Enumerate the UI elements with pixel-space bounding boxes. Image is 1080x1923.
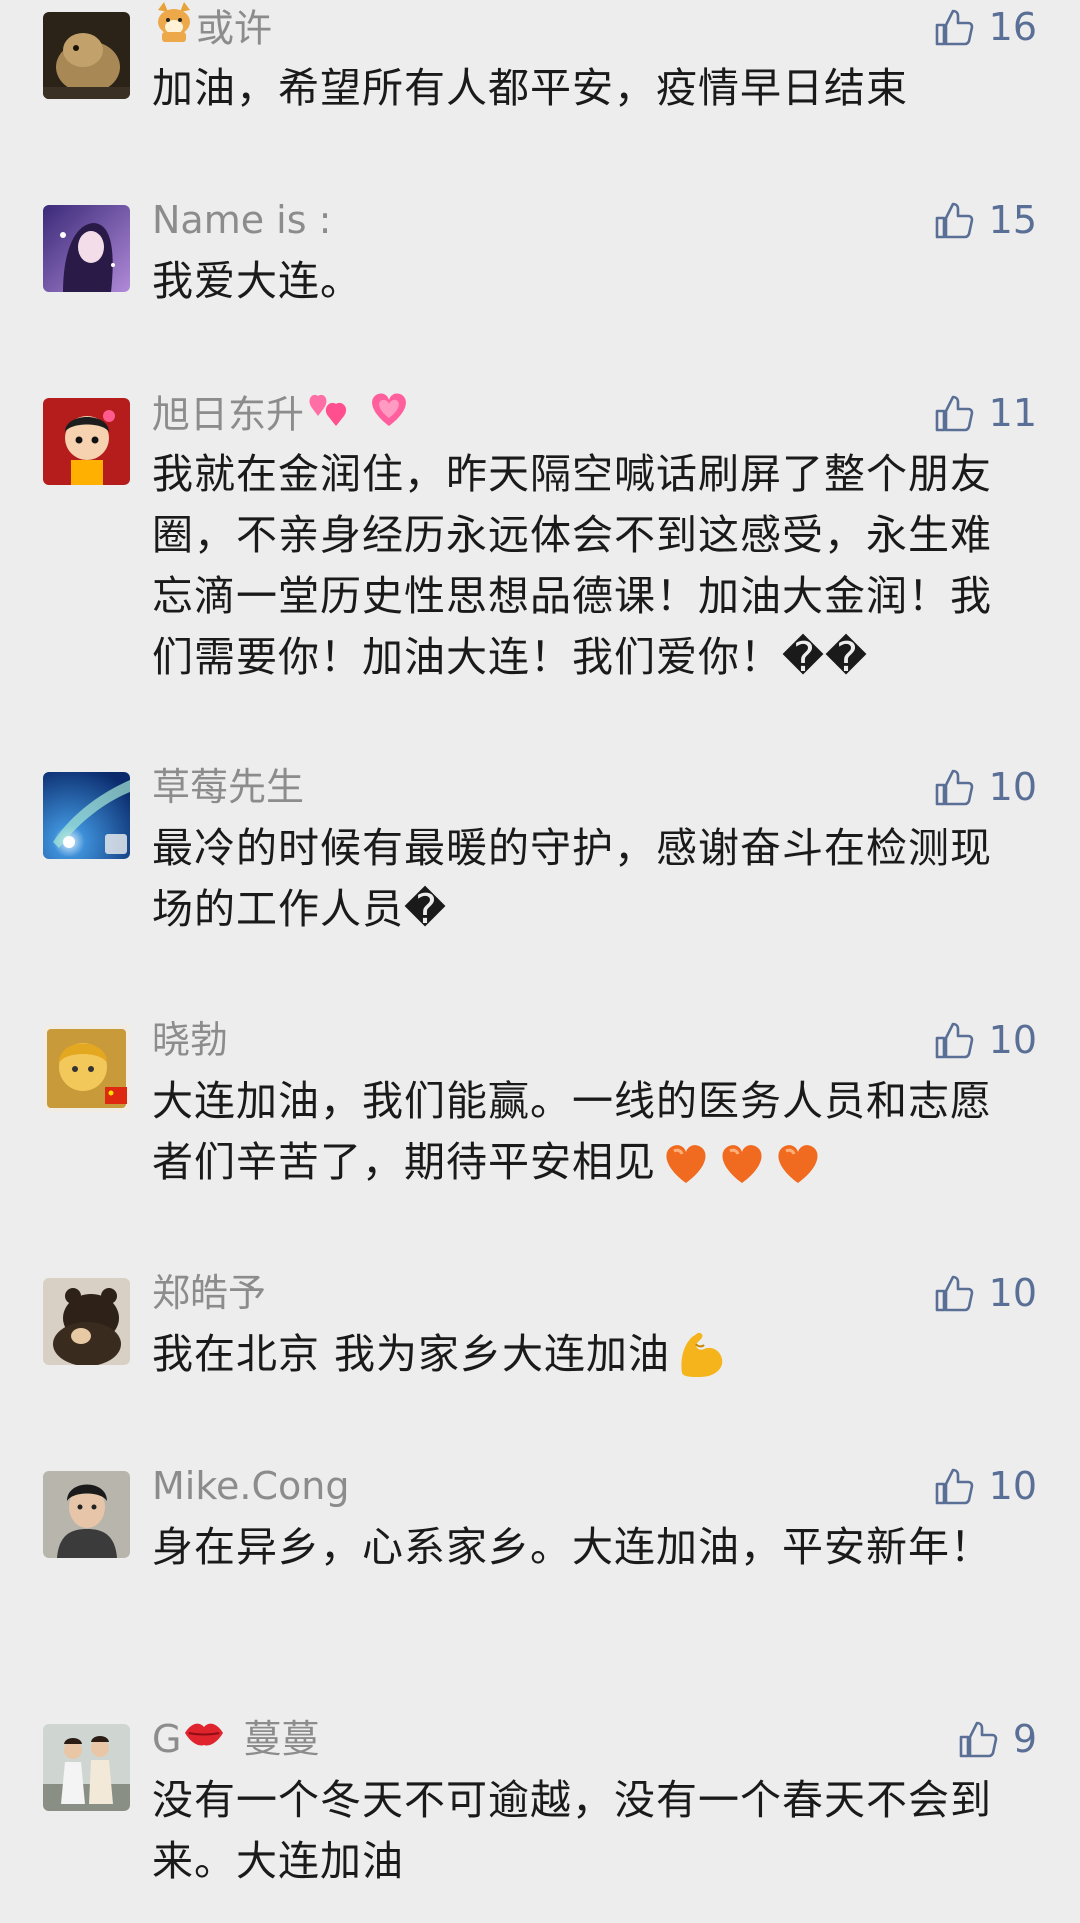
like-count: 9 [1012,1717,1037,1761]
like-count: 16 [988,5,1037,49]
avatar[interactable] [43,398,130,485]
text-suffix: � [404,885,448,933]
comment-author[interactable]: 草莓先生 [152,764,304,810]
avatar[interactable] [43,1724,130,1811]
comment-text: 身在异乡，心系家乡。大连加油，平安新年！ [152,1523,992,1571]
like-button[interactable]: 11 [933,390,1037,436]
like-button[interactable]: 9 [957,1716,1037,1762]
shiba-dog-icon [152,0,196,54]
like-count: 10 [988,1018,1037,1062]
avatar[interactable] [43,1471,130,1558]
comment-author[interactable]: 或许 [152,2,273,58]
comment-text: 大连加油，我们能赢。一线的医务人员和志愿者们辛苦了，期待平安相见 [152,1077,992,1186]
comment-text: 加油，希望所有人都平安，疫情早日结束 [152,64,908,112]
flexed-biceps-icon [674,1327,728,1381]
like-button[interactable]: 15 [933,197,1037,243]
thumbs-up-icon [935,9,973,46]
growing-heart-icon [366,386,412,440]
comment-author[interactable]: 郑皓予 [152,1270,266,1316]
like-button[interactable]: 10 [933,1017,1037,1063]
avatar[interactable] [43,12,130,99]
comment-author-name: 草莓先生 [152,765,305,809]
like-count: 10 [988,1464,1037,1508]
thumbs-up-icon [935,1468,973,1505]
comment-author-name: Name is : [152,198,332,242]
orange-heart-icon [772,1139,824,1185]
comment-author-name-prefix: G [152,1717,182,1761]
text-suffix: �� [782,633,869,681]
comment-author[interactable]: Name is : [152,197,331,243]
two-hearts-icon [304,386,352,440]
like-count: 10 [988,1271,1037,1315]
like-button[interactable]: 10 [933,764,1037,810]
kiss-lips-icon [181,1713,227,1763]
like-count: 10 [988,765,1037,809]
comment-text: 最冷的时候有最暖的守护，感谢奋斗在检测现场的工作人员� [152,824,992,933]
comment-author-name: 旭日东升 [152,392,305,437]
comment-author[interactable]: 旭日东升 [152,390,412,444]
avatar[interactable] [43,1025,130,1112]
thumbs-up-icon [935,769,973,806]
comment-author-name: 郑皓予 [152,1271,267,1315]
thumbs-up-icon [935,202,973,239]
comment-author[interactable]: G 蔓蔓 [152,1716,319,1767]
like-count: 15 [988,198,1037,242]
like-button[interactable]: 10 [933,1270,1037,1316]
comment-author-name: Mike.Cong [152,1464,350,1508]
like-button[interactable]: 10 [933,1463,1037,1509]
like-button[interactable]: 16 [933,4,1037,50]
avatar[interactable] [43,205,130,292]
avatar[interactable] [43,772,130,859]
comment-text: 我就在金润住，昨天隔空喊话刷屏了整个朋友圈，不亲身经历永远体会不到这感受，永生难… [152,450,992,681]
comment-author-name: 晓勃 [152,1018,229,1062]
orange-heart-icon [716,1139,768,1185]
thumbs-up-icon [935,1022,973,1059]
orange-heart-icon [660,1139,712,1185]
comment-text: 没有一个冬天不可逾越，没有一个春天不会到来。大连加油 [152,1776,992,1885]
comment-text: 我爱大连。 [152,257,362,305]
comment-author[interactable]: Mike.Cong [152,1463,349,1509]
thumbs-up-icon [959,1721,998,1758]
comment-text: 我在北京 我为家乡大连加油 [152,1324,1012,1385]
thumbs-up-icon [935,395,973,432]
comment-author-name: 或许 [196,6,273,51]
thumbs-up-icon [935,1275,973,1312]
avatar[interactable] [43,1278,130,1365]
comment-author-name: 蔓蔓 [243,1717,320,1761]
comment-author[interactable]: 晓勃 [152,1017,228,1063]
like-count: 11 [988,391,1037,435]
